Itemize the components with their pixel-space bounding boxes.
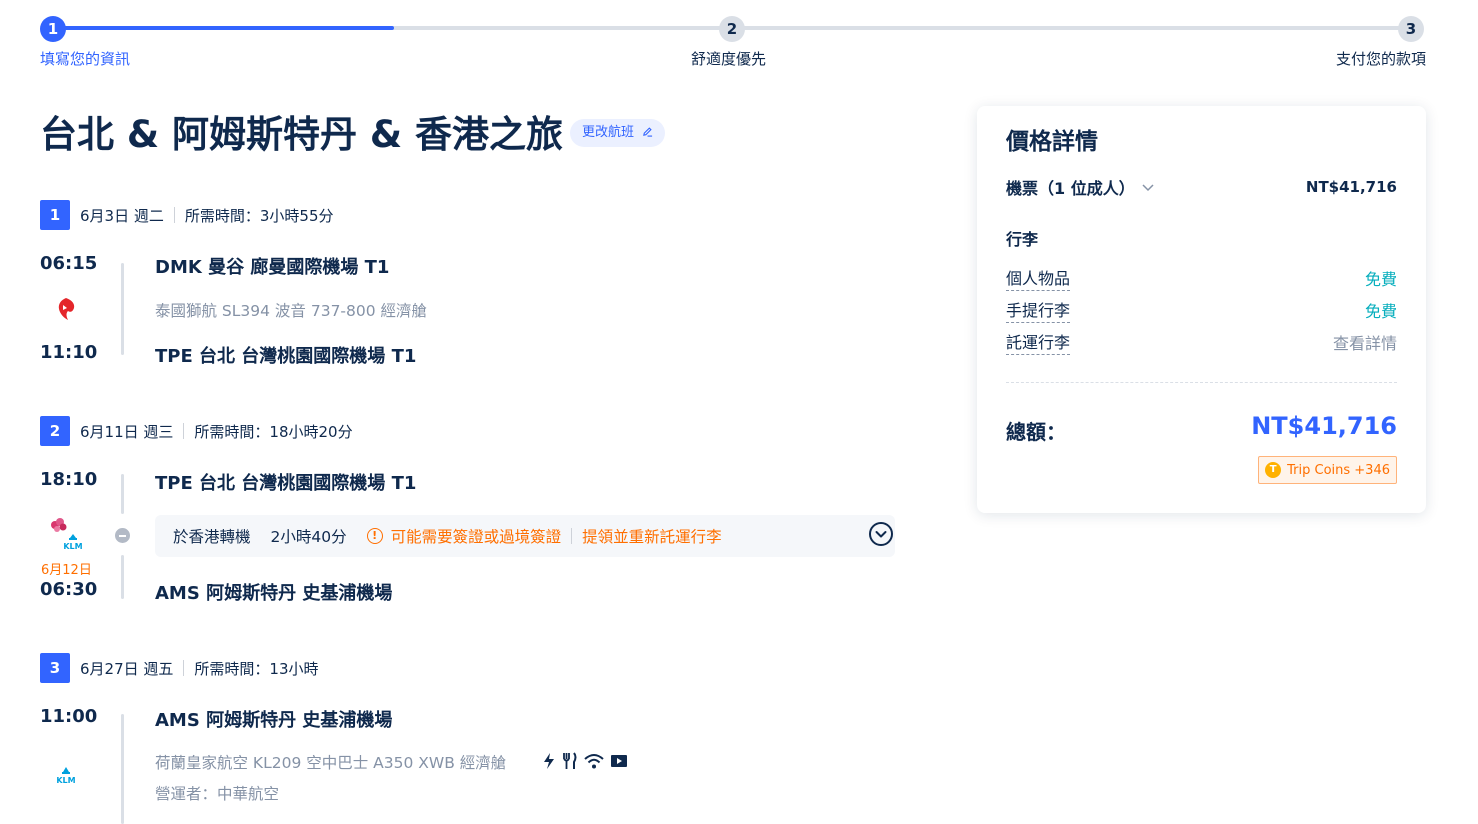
checked-baggage-row: 託運行李 查看詳情 [1006, 329, 1397, 355]
visa-warning-text: 可能需要簽證或過境簽證 [390, 528, 562, 546]
step-2-label: 舒適度優先 [691, 50, 767, 68]
ticket-toggle[interactable]: 機票（1 位成人） [1006, 175, 1155, 199]
segment-2-timeline-top [121, 474, 124, 514]
segment-3-duration: 所需時間：13小時 [194, 659, 319, 678]
wifi-icon [584, 754, 604, 769]
chevron-down-icon [1142, 184, 1154, 192]
segment-1-arrive-time: 11:10 [40, 342, 98, 363]
segment-1-depart-time: 06:15 [40, 253, 98, 274]
transfer-duration: 2小時40分 [270, 528, 347, 546]
segment-2-number: 2 [40, 416, 70, 446]
segment-2-arrive-airport: AMS 阿姆斯特丹 史基浦機場 [155, 583, 393, 604]
personal-item-row: 個人物品 免費 [1006, 265, 1397, 291]
segment-3-flight-info: 荷蘭皇家航空 KL209 空中巴士 A350 XWB 經濟艙 [155, 754, 507, 772]
trip-coin-icon: T [1265, 462, 1282, 478]
price-details-title: 價格詳情 [1006, 129, 1098, 155]
personal-item-value: 免費 [1364, 270, 1397, 289]
segment-2-depart-time: 18:10 [40, 469, 98, 490]
segment-1-flight-info: 泰國獅航 SL394 波音 737-800 經濟艙 [155, 302, 428, 320]
segment-2-timeline-bottom [121, 555, 124, 599]
warning-icon: ! [366, 528, 383, 544]
meal-icon [563, 752, 577, 769]
segment-3-header: 3 6月27日 週五 所需時間：13小時 [40, 653, 319, 683]
lion-air-logo-icon [58, 298, 75, 320]
edit-icon [643, 127, 653, 137]
power-outlet-icon [544, 753, 554, 769]
segment-1-header: 1 6月3日 週二 所需時間：3小時55分 [40, 200, 334, 230]
total-label: 總額： [1006, 420, 1066, 444]
chevron-down-icon [875, 531, 887, 538]
total-price: NT$41,716 [1251, 412, 1397, 440]
china-airlines-logo-icon [51, 518, 67, 532]
segment-1-date: 6月3日 週二 [80, 206, 164, 225]
trip-coins-text: Trip Coins +346 [1287, 462, 1390, 478]
segment-2-depart-airport: TPE 台北 台灣桃園國際機場 T1 [155, 473, 417, 494]
baggage-section-title: 行李 [1006, 230, 1039, 249]
segment-2-arrive-date: 6月12日 [41, 563, 92, 578]
checked-baggage-label[interactable]: 託運行李 [1006, 329, 1071, 355]
step-2-indicator: 2 [719, 16, 745, 42]
transfer-city: 於香港轉機 [173, 528, 251, 546]
segment-3-number: 3 [40, 653, 70, 683]
step-3-label: 支付您的款項 [1335, 50, 1426, 68]
view-details-link[interactable]: 查看詳情 [1333, 330, 1397, 354]
carry-on-value: 免費 [1364, 302, 1397, 321]
segment-3-depart-airport: AMS 阿姆斯特丹 史基浦機場 [155, 710, 393, 731]
segment-2-header: 2 6月11日 週三 所需時間：18小時20分 [40, 416, 353, 446]
segment-1-depart-airport: DMK 曼谷 廊曼國際機場 T1 [155, 257, 390, 278]
trip-coins-badge: T Trip Coins +346 [1258, 456, 1397, 484]
divider [183, 660, 185, 676]
segment-3-date: 6月27日 週五 [80, 659, 174, 678]
expand-details-icon[interactable] [869, 522, 893, 546]
segment-3-depart-time: 11:00 [40, 706, 98, 727]
transfer-info-box: 於香港轉機 2小時40分 ! 可能需要簽證或過境簽證 提領並重新託運行李 [155, 515, 895, 557]
segment-1-number: 1 [40, 200, 70, 230]
carry-on-row: 手提行李 免費 [1006, 297, 1397, 323]
segment-1-duration: 所需時間：3小時55分 [184, 206, 334, 225]
progress-stepper: 1 2 3 填寫您的資訊 舒適度優先 支付您的款項 [40, 14, 1426, 74]
divider [1006, 382, 1397, 383]
visa-warning: ! 可能需要簽證或過境簽證 [366, 525, 562, 547]
divider [173, 207, 175, 223]
segment-3-operator: 營運者：中華航空 [155, 785, 280, 803]
step-1-indicator: 1 [40, 16, 66, 42]
divider [183, 423, 185, 439]
change-flight-label: 更改航班 [582, 125, 635, 140]
segment-2-arrive-time: 06:30 [40, 579, 98, 600]
ticket-label: 機票（1 位成人） [1006, 179, 1135, 198]
step-3-indicator: 3 [1398, 16, 1424, 42]
baggage-recheck-text: 提領並重新託運行李 [582, 528, 722, 546]
amenity-icons [542, 752, 628, 770]
trip-title: 台北 & 阿姆斯特丹 & 香港之旅 [40, 113, 564, 156]
segment-2-duration: 所需時間：18小時20分 [194, 422, 353, 441]
klm-logo-icon: KLM [56, 767, 76, 785]
segment-1-arrive-airport: TPE 台北 台灣桃園國際機場 T1 [155, 346, 417, 367]
segment-1-timeline [121, 263, 124, 355]
svg-text:KLM: KLM [63, 542, 82, 551]
change-flight-button[interactable]: 更改航班 [570, 119, 666, 147]
divider [571, 528, 573, 544]
ticket-price: NT$41,716 [1305, 178, 1397, 196]
klm-logo-icon: KLM [63, 534, 83, 551]
ticket-row: 機票（1 位成人） NT$41,716 [1006, 175, 1397, 199]
progress-fill [54, 26, 394, 30]
personal-item-label[interactable]: 個人物品 [1006, 265, 1071, 291]
price-details-card: 價格詳情 機票（1 位成人） NT$41,716 行李 個人物品 免費 手提行李… [977, 106, 1426, 513]
stopover-icon [115, 528, 130, 543]
svg-text:KLM: KLM [56, 776, 75, 785]
carry-on-label[interactable]: 手提行李 [1006, 297, 1071, 323]
step-1-label: 填寫您的資訊 [40, 50, 131, 68]
segment-2-date: 6月11日 週三 [80, 422, 174, 441]
entertainment-screen-icon [611, 755, 627, 767]
segment-3-timeline [121, 714, 124, 824]
